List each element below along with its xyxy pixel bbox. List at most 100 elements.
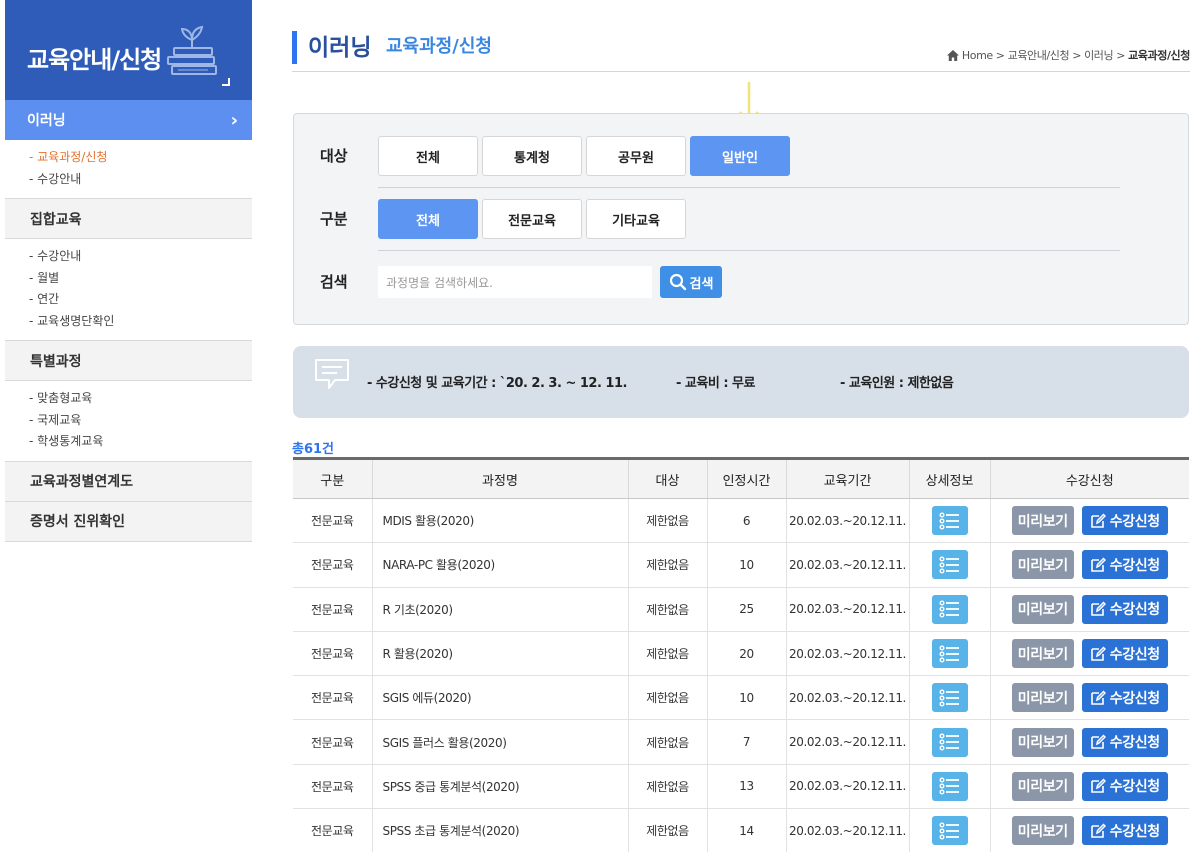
sidebar-subitem-student[interactable]: - 학생통계교육 bbox=[29, 431, 252, 453]
cell-detail bbox=[909, 808, 991, 852]
detail-button[interactable] bbox=[931, 639, 968, 669]
preview-button[interactable]: 미리보기 bbox=[1011, 816, 1074, 846]
apply-button[interactable]: 수강신청 bbox=[1081, 683, 1168, 713]
cell-target: 제한없음 bbox=[628, 631, 708, 677]
title-accent-bar bbox=[292, 31, 297, 64]
sidebar-item-elearning[interactable]: 이러닝 › bbox=[5, 100, 252, 140]
target-option-general[interactable]: 일반인 bbox=[690, 136, 790, 176]
sidebar-subitem-international[interactable]: - 국제교육 bbox=[29, 410, 252, 432]
preview-button[interactable]: 미리보기 bbox=[1011, 683, 1074, 713]
corner-mark-icon bbox=[222, 78, 230, 86]
list-icon bbox=[939, 689, 959, 707]
edit-icon bbox=[1090, 690, 1106, 705]
col-header-detail: 상세정보 bbox=[909, 458, 991, 499]
detail-button[interactable] bbox=[931, 550, 968, 580]
type-option-all[interactable]: 전체 bbox=[378, 199, 478, 239]
cell-course-name: SGIS 플러스 활용(2020) bbox=[372, 719, 629, 765]
sidebar-item-group-education[interactable]: 집합교육 bbox=[5, 199, 252, 239]
preview-button[interactable]: 미리보기 bbox=[1011, 771, 1074, 801]
apply-button[interactable]: 수강신청 bbox=[1081, 771, 1168, 801]
target-label: 대상 bbox=[320, 147, 348, 165]
apply-button[interactable]: 수강신청 bbox=[1081, 639, 1168, 669]
edit-icon bbox=[1090, 823, 1106, 838]
search-label: 검색 bbox=[320, 273, 348, 291]
detail-button[interactable] bbox=[931, 594, 968, 624]
target-option-official[interactable]: 공무원 bbox=[586, 136, 686, 176]
apply-button[interactable]: 수강신청 bbox=[1081, 727, 1168, 757]
cell-type: 전문교육 bbox=[293, 675, 373, 721]
sidebar-subitem-course-apply[interactable]: - 교육과정/신청 bbox=[29, 147, 252, 169]
cell-type: 전문교육 bbox=[293, 719, 373, 765]
apply-button[interactable]: 수강신청 bbox=[1081, 816, 1168, 846]
cell-period: 20.02.03.~20.12.11. bbox=[786, 542, 910, 588]
edit-icon bbox=[1090, 601, 1106, 617]
preview-button[interactable]: 미리보기 bbox=[1011, 727, 1074, 757]
breadcrumb-current: 교육과정/신청 bbox=[1128, 49, 1190, 62]
cell-hours: 6 bbox=[707, 498, 787, 544]
cell-period: 20.02.03.~20.12.11. bbox=[786, 808, 910, 852]
edit-icon bbox=[1090, 778, 1106, 794]
search-input[interactable]: 과정명을 검색하세요. bbox=[378, 266, 652, 298]
cell-apply: 미리보기 수강신청 bbox=[990, 587, 1189, 632]
sidebar-subitem-yearly[interactable]: - 연간 bbox=[29, 289, 252, 311]
sidebar-subitem-monthly[interactable]: - 월별 bbox=[29, 268, 252, 290]
breadcrumb-home[interactable]: Home bbox=[962, 49, 993, 62]
preview-button[interactable]: 미리보기 bbox=[1011, 639, 1074, 669]
sidebar-subitem-trainee-list[interactable]: - 교육생명단확인 bbox=[29, 311, 252, 333]
cell-detail bbox=[909, 719, 991, 765]
cell-apply: 미리보기 수강신청 bbox=[990, 675, 1189, 721]
table-row: 전문교육 R 활용(2020) 제한없음 20 20.02.03.~20.12.11. 미… bbox=[293, 631, 1189, 677]
col-header-apply: 수강신청 bbox=[990, 458, 1189, 499]
detail-button[interactable] bbox=[931, 816, 968, 846]
cell-type: 전문교육 bbox=[293, 631, 373, 677]
apply-button-label: 수강신청 bbox=[1109, 646, 1160, 663]
cell-target: 제한없음 bbox=[628, 498, 708, 544]
detail-button[interactable] bbox=[931, 683, 968, 713]
sidebar-subitem-guide[interactable]: - 수강안내 bbox=[29, 246, 252, 268]
apply-button[interactable]: 수강신청 bbox=[1081, 594, 1168, 624]
cell-course-name: MDIS 활용(2020) bbox=[372, 498, 629, 544]
list-icon bbox=[939, 777, 959, 795]
preview-button[interactable]: 미리보기 bbox=[1011, 506, 1074, 536]
breadcrumb-education[interactable]: 교육안내/신청 bbox=[1008, 47, 1070, 63]
col-header-period: 교육기간 bbox=[786, 458, 910, 499]
info-fee: - 교육비 : 무료 bbox=[676, 376, 755, 391]
preview-button[interactable]: 미리보기 bbox=[1011, 594, 1074, 624]
sidebar-subitem-custom[interactable]: - 맞춤형교육 bbox=[29, 388, 252, 410]
detail-button[interactable] bbox=[931, 771, 968, 801]
preview-button[interactable]: 미리보기 bbox=[1011, 550, 1074, 580]
cell-course-name: R 기초(2020) bbox=[372, 587, 629, 632]
cell-course-name: SPSS 초급 통계분석(2020) bbox=[372, 808, 629, 852]
sidebar-item-certificate-verify[interactable]: 증명서 진위확인 bbox=[5, 501, 252, 542]
apply-button-label: 수강신청 bbox=[1109, 602, 1160, 619]
table-row: 전문교육 SPSS 초급 통계분석(2020) 제한없음 14 20.02.03.~20… bbox=[293, 808, 1189, 852]
table-row: 전문교육 MDIS 활용(2020) 제한없음 6 20.02.03.~20.12.11… bbox=[293, 498, 1189, 544]
apply-button[interactable]: 수강신청 bbox=[1081, 550, 1168, 580]
type-option-other[interactable]: 기타교육 bbox=[586, 199, 686, 239]
cell-period: 20.02.03.~20.12.11. bbox=[786, 631, 910, 677]
type-option-professional[interactable]: 전문교육 bbox=[482, 199, 582, 239]
main-content: 이러닝 교육과정/신청 Home > 교육안내/신청 > 이러닝 > 교육과정/신청 … bbox=[292, 0, 1190, 852]
cell-type: 전문교육 bbox=[293, 587, 373, 632]
breadcrumb-elearning[interactable]: 이러닝 bbox=[1084, 47, 1114, 63]
list-icon bbox=[939, 822, 959, 840]
home-icon bbox=[946, 49, 959, 61]
target-option-statistics[interactable]: 통계청 bbox=[482, 136, 582, 176]
search-button[interactable]: 검색 bbox=[660, 266, 722, 298]
cell-hours: 20 bbox=[707, 631, 787, 677]
table-row: 전문교육 SGIS 에듀(2020) 제한없음 10 20.02.03.~20.12.1… bbox=[293, 675, 1189, 721]
target-option-all[interactable]: 전체 bbox=[378, 136, 478, 176]
sidebar-item-course-map[interactable]: 교육과정별연계도 bbox=[5, 461, 252, 502]
sidebar-item-special-course[interactable]: 특별과정 bbox=[5, 341, 252, 381]
apply-button-label: 수강신청 bbox=[1109, 823, 1160, 840]
filter-panel: 대상 전체 통계청 공무원 일반인 구분 전체 전문교육 기타교육 검색 과정명… bbox=[293, 113, 1189, 325]
detail-button[interactable] bbox=[931, 727, 968, 757]
page-title: 이러닝 bbox=[308, 35, 372, 61]
type-label: 구분 bbox=[320, 210, 348, 228]
apply-button-label: 수강신청 bbox=[1109, 513, 1160, 530]
cell-type: 전문교육 bbox=[293, 808, 373, 852]
cell-period: 20.02.03.~20.12.11. bbox=[786, 764, 910, 810]
sidebar-subitem-guide[interactable]: - 수강안내 bbox=[29, 169, 252, 191]
apply-button[interactable]: 수강신청 bbox=[1081, 506, 1168, 536]
detail-button[interactable] bbox=[931, 506, 968, 536]
